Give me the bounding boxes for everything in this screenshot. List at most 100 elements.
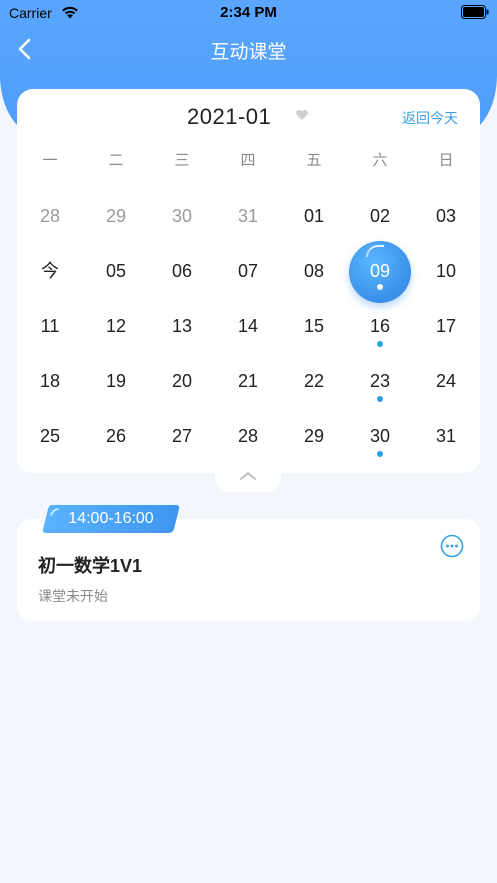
calendar-day[interactable]: 31 xyxy=(413,411,479,466)
calendar-day-number: 08 xyxy=(303,261,325,281)
calendar-day-number: 09 xyxy=(369,261,391,281)
calendar-day[interactable]: 30 xyxy=(149,191,215,246)
calendar-day-number: 29 xyxy=(303,426,325,446)
weekday-label: 四 xyxy=(240,152,256,169)
calendar-day-number: 12 xyxy=(105,316,127,336)
weekday-label: 三 xyxy=(174,152,190,169)
calendar-day-number: 22 xyxy=(303,371,325,391)
more-circle-icon[interactable] xyxy=(440,534,464,558)
calendar-day[interactable]: 19 xyxy=(83,356,149,411)
calendar-week-row: 11 12 13 14 15 16 17 xyxy=(17,301,480,356)
calendar-day[interactable]: 21 xyxy=(215,356,281,411)
battery-icon xyxy=(461,5,489,19)
event-dot xyxy=(377,396,383,402)
calendar-day-number: 07 xyxy=(237,261,259,281)
calendar-week-row: 28 29 30 31 01 02 03 xyxy=(17,191,480,246)
calendar-day-number: 23 xyxy=(369,371,391,391)
calendar-day[interactable]: 02 xyxy=(347,191,413,246)
calendar-week-row: 18 19 20 21 22 23 24 xyxy=(17,356,480,411)
calendar-day[interactable]: 13 xyxy=(149,301,215,356)
calendar-day[interactable]: 30 xyxy=(347,411,413,466)
status-time: 2:34 PM xyxy=(220,4,277,21)
calendar-card: 2021-01 返回今天 一 二 三 四 五 六 日 28 29 30 31 01 02 03 今 05 06… xyxy=(17,89,480,473)
highlight-shine xyxy=(366,245,384,257)
calendar-day[interactable]: 20 xyxy=(149,356,215,411)
calendar-day-number: 02 xyxy=(369,206,391,226)
calendar-day[interactable]: 01 xyxy=(281,191,347,246)
calendar-day[interactable]: 23 xyxy=(347,356,413,411)
calendar-day[interactable]: 29 xyxy=(281,411,347,466)
calendar-day[interactable]: 06 xyxy=(149,246,215,301)
class-card[interactable]: 初一数学1V1 课堂未开始 xyxy=(17,519,480,621)
calendar-day[interactable]: 22 xyxy=(281,356,347,411)
back-today-button[interactable]: 返回今天 xyxy=(402,108,458,128)
event-dot xyxy=(377,451,383,457)
calendar-day-number: 16 xyxy=(369,316,391,336)
calendar-day[interactable]: 28 xyxy=(17,191,83,246)
weekday-label: 日 xyxy=(438,152,454,169)
calendar-day-number: 28 xyxy=(237,426,259,446)
calendar-day[interactable]: 17 xyxy=(413,301,479,356)
weekday-label: 一 xyxy=(42,152,58,169)
calendar-day[interactable]: 05 xyxy=(83,246,149,301)
calendar-day-number: 14 xyxy=(237,316,259,336)
heart-icon[interactable] xyxy=(295,109,309,121)
calendar-day[interactable]: 07 xyxy=(215,246,281,301)
status-bar: Carrier 2:34 PM xyxy=(0,0,497,26)
calendar-day-number: 31 xyxy=(237,206,259,226)
calendar-day[interactable]: 25 xyxy=(17,411,83,466)
calendar-day[interactable]: 31 xyxy=(215,191,281,246)
calendar-day[interactable]: 12 xyxy=(83,301,149,356)
class-status: 课堂未开始 xyxy=(38,588,108,604)
calendar-day-number: 06 xyxy=(171,261,193,281)
calendar-day-number: 11 xyxy=(40,316,60,336)
calendar-day[interactable]: 03 xyxy=(413,191,479,246)
calendar-day[interactable]: 24 xyxy=(413,356,479,411)
calendar-day[interactable]: 10 xyxy=(413,246,479,301)
calendar-day[interactable]: 14 xyxy=(215,301,281,356)
calendar-day-number: 31 xyxy=(435,426,457,446)
calendar-day[interactable]: 08 xyxy=(281,246,347,301)
weekday-header: 一二三四五六日 xyxy=(17,149,480,171)
month-title[interactable]: 2021-01 xyxy=(187,104,271,130)
calendar-day[interactable]: 29 xyxy=(83,191,149,246)
calendar-day-number: 26 xyxy=(105,426,127,446)
calendar-day-number: 03 xyxy=(435,206,457,226)
calendar-day-number: 27 xyxy=(171,426,193,446)
calendar-day-number: 29 xyxy=(105,206,127,226)
calendar-day-number: 20 xyxy=(171,371,193,391)
calendar-day[interactable]: 27 xyxy=(149,411,215,466)
calendar-day-number: 24 xyxy=(435,371,457,391)
weekday-label: 五 xyxy=(306,152,322,169)
calendar-day-number: 30 xyxy=(171,206,193,226)
calendar-day-selected[interactable]: 09 xyxy=(347,241,413,303)
calendar-day[interactable]: 26 xyxy=(83,411,149,466)
calendar-day-number: 13 xyxy=(171,316,193,336)
calendar-grid: 28 29 30 31 01 02 03 今 05 06 07 08 09 10 11 12 13 14 15 16 1… xyxy=(17,191,480,466)
chevron-up-icon xyxy=(240,472,256,480)
calendar-day[interactable]: 11 xyxy=(17,301,83,356)
calendar-day[interactable]: 15 xyxy=(281,301,347,356)
time-badge: 14:00-16:00 xyxy=(42,505,180,533)
calendar-day[interactable]: 今 xyxy=(17,246,83,301)
collapse-calendar-button[interactable] xyxy=(215,462,281,492)
calendar-day-number: 10 xyxy=(435,261,457,281)
calendar-day-number: 01 xyxy=(303,206,325,226)
calendar-day-number: 15 xyxy=(303,316,325,336)
calendar-day[interactable]: 18 xyxy=(17,356,83,411)
calendar-day-number: 21 xyxy=(237,371,259,391)
weekday-label: 二 xyxy=(108,152,124,169)
calendar-day-number: 05 xyxy=(105,261,127,281)
calendar-day-number: 25 xyxy=(39,426,61,446)
class-title: 初一数学1V1 xyxy=(38,556,143,576)
calendar-day-number: 19 xyxy=(105,371,127,391)
calendar-day-number: 30 xyxy=(369,426,391,446)
calendar-day[interactable]: 16 xyxy=(347,301,413,356)
event-dot xyxy=(377,341,383,347)
weekday-label: 六 xyxy=(372,152,388,169)
calendar-day[interactable]: 28 xyxy=(215,411,281,466)
class-time: 14:00-16:00 xyxy=(68,510,154,527)
calendar-day-number: 18 xyxy=(39,371,61,391)
calendar-week-row: 25 26 27 28 29 30 31 xyxy=(17,411,480,466)
page-title: 互动课堂 xyxy=(210,42,287,63)
